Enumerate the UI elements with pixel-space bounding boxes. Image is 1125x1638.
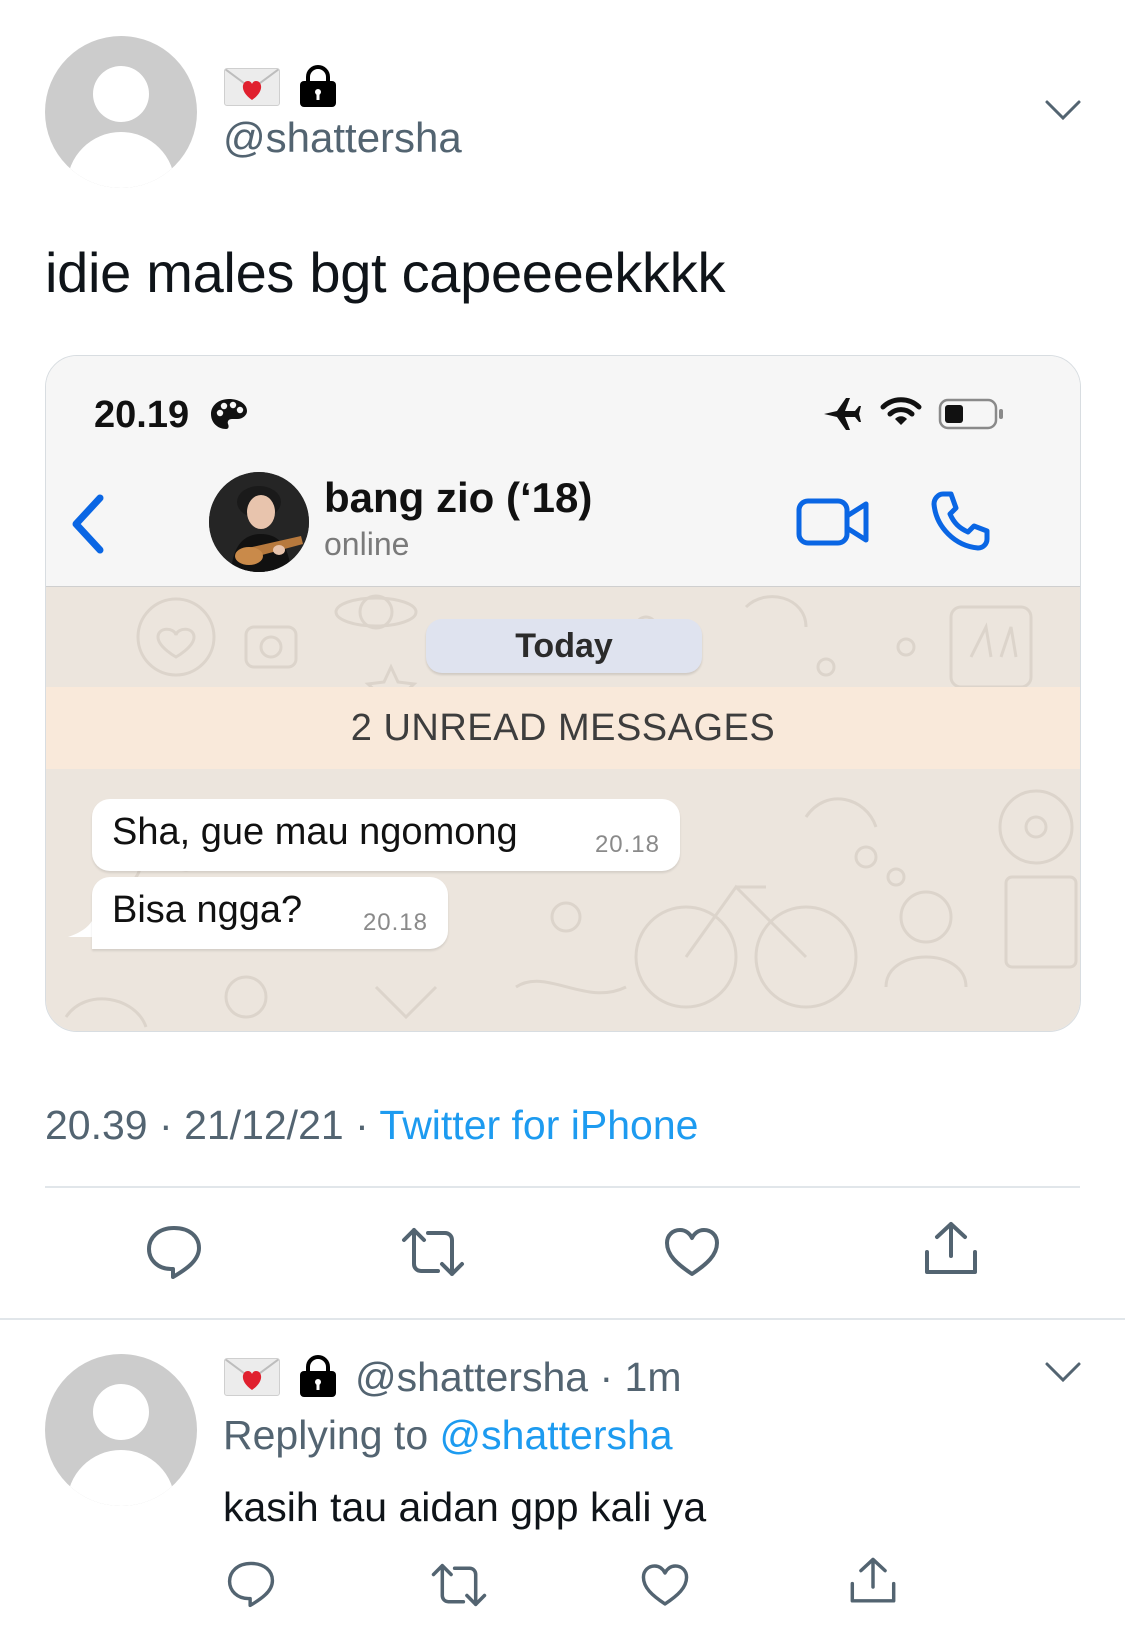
message-time: 20.18 [362,909,428,936]
phone-call-icon[interactable] [929,490,991,552]
meta-separator: · [599,1354,614,1400]
tweet-time: 20.39 [45,1102,148,1148]
message-text: Bisa ngga? [112,889,303,931]
envelope-heart-icon [224,68,280,106]
date-separator: Today [426,619,702,673]
contact-avatar[interactable] [209,472,309,572]
reply-icon[interactable] [226,1560,276,1608]
wifi-icon [880,397,922,425]
retweet-icon[interactable] [430,1562,488,1608]
divider [0,1318,1125,1320]
contact-name[interactable]: bang zio (‘18) [324,474,592,522]
like-icon[interactable] [640,1562,690,1608]
message-bubble[interactable]: Sha, gue mau ngomong 20.18 [92,799,680,871]
replying-to-mention[interactable]: @shattersha [440,1412,673,1458]
share-icon[interactable] [848,1556,898,1606]
divider [45,1186,1080,1188]
palette-icon [211,399,247,429]
airplane-icon [824,398,861,430]
like-icon[interactable] [663,1226,721,1278]
meta-separator: · [159,1102,173,1148]
chevron-down-icon[interactable] [1044,1360,1082,1386]
replying-to-prefix: Replying to [223,1412,429,1458]
status-time: 20.19 [94,394,190,436]
share-icon[interactable] [922,1220,980,1278]
reply-text: kasih tau aidan gpp kali ya [223,1484,707,1530]
lock-icon [300,1355,336,1397]
reply-author-avatar[interactable] [45,1354,197,1506]
envelope-heart-icon [224,1358,280,1396]
contact-status: online [324,526,410,562]
chat-background: Today 2 UNREAD MESSAGES Sha, gue mau ngo… [46,587,1080,1031]
tweet-metadata: 20.39 · 21/12/21 · Twitter for iPhone [45,1102,698,1149]
tweet-source-link[interactable]: Twitter for iPhone [379,1102,698,1148]
meta-separator: · [355,1102,369,1148]
status-bar: 20.19 [46,356,1080,456]
tweet-date: 21/12/21 [184,1102,344,1148]
message-text: Sha, gue mau ngomong [112,811,518,853]
reply-author-handle[interactable]: @shattersha [355,1354,588,1400]
retweet-icon[interactable] [400,1226,466,1278]
lock-icon [300,65,336,107]
replying-to-line: Replying to @shattersha [223,1412,673,1459]
message-time: 20.18 [594,831,660,858]
reply-header: @shattersha · 1m [355,1354,682,1401]
tweet-text: idie males bgt capeeeekkkk [45,241,726,304]
reply-age: 1m [624,1354,682,1400]
back-arrow-icon[interactable] [68,494,108,554]
message-bubble[interactable]: Bisa ngga? 20.18 [92,877,448,949]
author-handle[interactable]: @shattersha [223,114,462,162]
chat-header: bang zio (‘18) online [46,456,1080,587]
battery-icon [938,398,1003,430]
attached-image[interactable]: 20.19 bang zio (‘18) online Today 2 UNRE… [45,355,1081,1032]
video-call-icon[interactable] [796,496,870,548]
author-avatar[interactable] [45,36,197,188]
unread-messages-banner: 2 UNREAD MESSAGES [46,687,1080,769]
reply-icon[interactable] [145,1224,203,1280]
chevron-down-icon[interactable] [1044,98,1082,124]
